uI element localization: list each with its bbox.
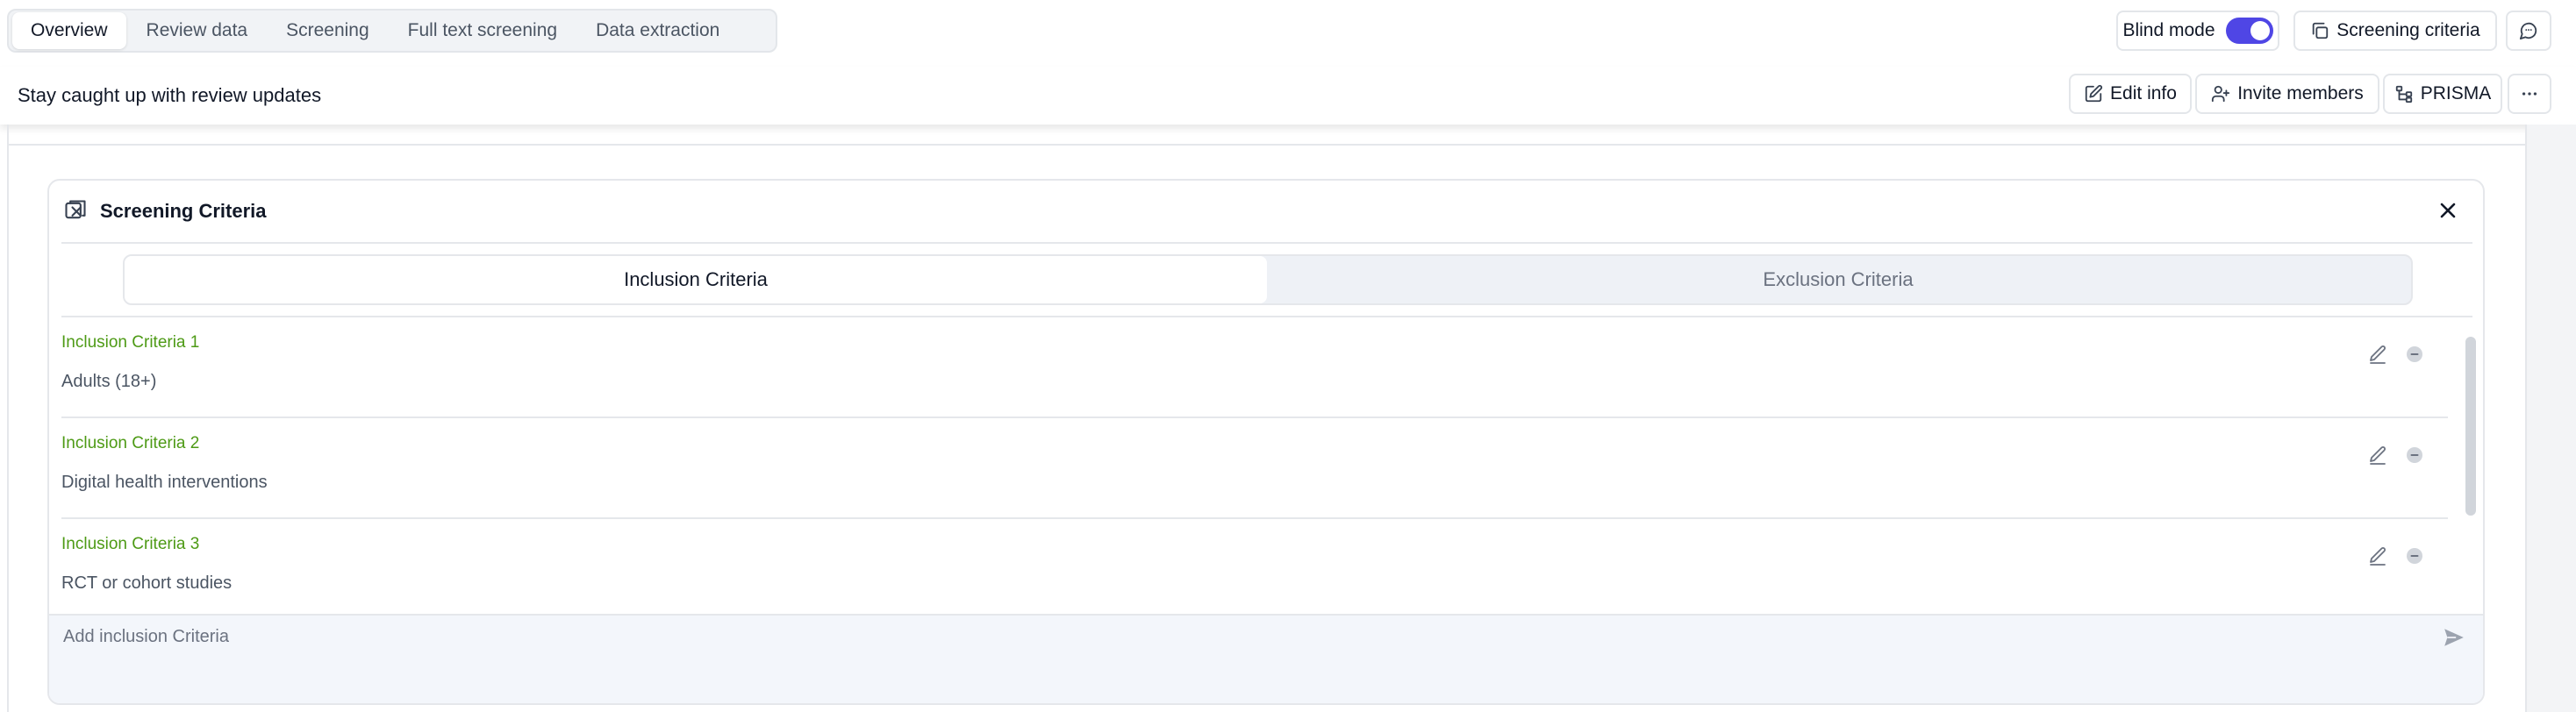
message-circle-icon [2519,21,2538,40]
remove-circle-icon[interactable] [2406,345,2423,363]
prisma-button[interactable]: PRISMA [2383,74,2502,114]
tab-review-data[interactable]: Review data [128,12,267,49]
list-item: Inclusion Criteria 1 Adults (18+) [61,317,2448,418]
criteria-list: Inclusion Criteria 1 Adults (18+) Inclus… [61,317,2476,616]
more-options-button[interactable] [2508,74,2551,114]
criteria-text: Digital health interventions [61,473,268,492]
blind-mode-toggle[interactable] [2225,18,2273,44]
criteria-list-scrollbar[interactable] [2465,337,2476,516]
tab-screening[interactable]: Screening [268,12,388,49]
criteria-type-switch: Inclusion Criteria Exclusion Criteria [123,254,2413,305]
sub-header: Stay caught up with review updates Edit … [0,67,2576,125]
blind-mode-control: Blind mode [2116,11,2279,51]
page-scrollbar-track[interactable] [2525,125,2576,712]
tab-full-text-screening[interactable]: Full text screening [390,12,576,49]
list-item: Inclusion Criteria 3 RCT or cohort studi… [61,519,2448,620]
edit-info-label: Edit info [2110,83,2177,103]
user-plus-icon [2211,84,2230,103]
remove-circle-icon[interactable] [2406,547,2423,565]
panel-header-divider [61,242,2472,244]
screening-criteria-panel: Screening Criteria Inclusion Criteria Ex… [47,179,2485,705]
review-tabs: Overview Review data Screening Full text… [7,9,777,53]
criteria-text: Adults (18+) [61,372,157,391]
screening-criteria-button[interactable]: Screening criteria [2293,11,2497,51]
chat-button[interactable] [2506,11,2551,51]
screening-criteria-label: Screening criteria [2336,20,2480,40]
criteria-text: RCT or cohort studies [61,573,233,593]
add-criteria-bar [49,614,2483,703]
criteria-title: Inclusion Criteria 2 [61,434,200,452]
list-item: Inclusion Criteria 2 Digital health inte… [61,418,2448,519]
criteria-title: Inclusion Criteria 3 [61,535,200,553]
close-icon[interactable] [2436,198,2460,223]
tab-inclusion-criteria[interactable]: Inclusion Criteria [125,256,1267,303]
pencil-icon[interactable] [2367,344,2388,365]
panel-title: Screening Criteria [100,200,267,222]
tab-exclusion-criteria[interactable]: Exclusion Criteria [1267,256,2409,303]
invite-members-label: Invite members [2237,83,2364,103]
pencil-icon[interactable] [2367,545,2388,566]
invite-members-button[interactable]: Invite members [2195,74,2379,114]
prisma-label: PRISMA [2420,83,2492,103]
tab-overview[interactable]: Overview [12,12,126,49]
panel-header: Screening Criteria [49,181,2483,242]
criteria-title: Inclusion Criteria 1 [61,333,200,352]
copy-icon [2310,21,2329,40]
content-left-border [7,125,9,712]
review-updates-text: Stay caught up with review updates [18,84,322,106]
ellipsis-icon [2520,84,2539,103]
blind-mode-label: Blind mode [2122,20,2215,40]
send-icon[interactable] [2443,626,2465,649]
section-divider [9,144,2525,146]
flow-diagram-icon [2394,84,2414,103]
tab-data-extraction[interactable]: Data extraction [577,12,738,49]
remove-circle-icon[interactable] [2406,446,2423,464]
edit-square-icon [2084,84,2103,103]
pencil-icon[interactable] [2367,445,2388,466]
top-bar: Overview Review data Screening Full text… [0,0,2576,63]
add-criteria-input[interactable] [63,621,2397,652]
filter-off-icon [63,198,88,223]
edit-info-button[interactable]: Edit info [2069,74,2192,114]
